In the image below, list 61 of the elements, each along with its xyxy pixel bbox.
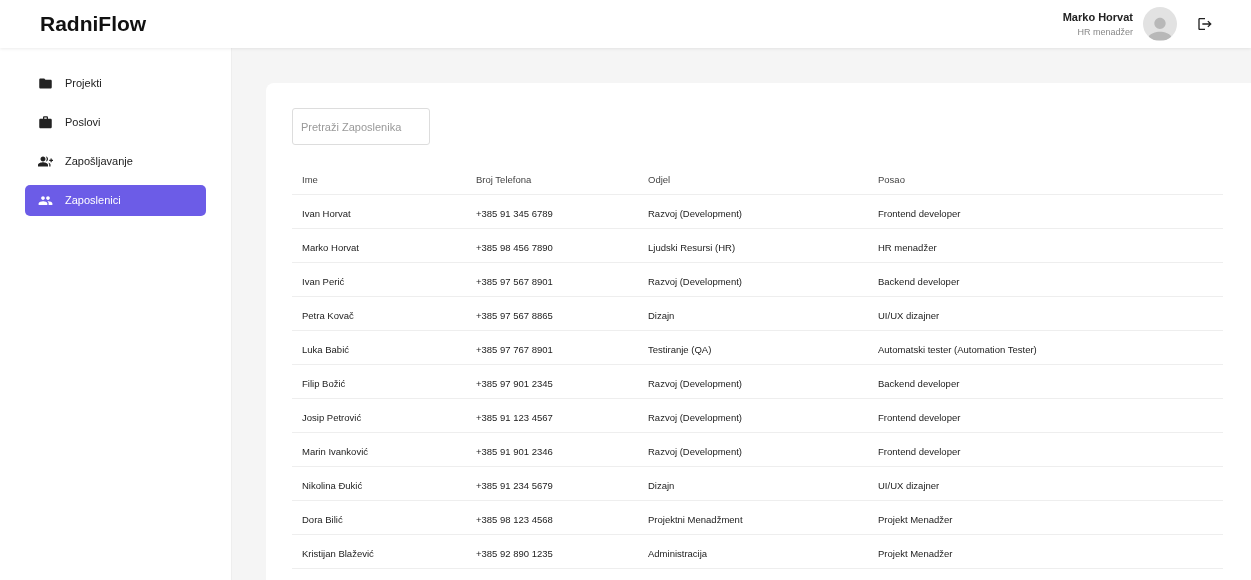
table-cell: Backend developer: [878, 275, 960, 287]
table-cell: Ivan Horvat: [302, 207, 351, 219]
table-cell: Razvoj (Development): [648, 411, 742, 423]
table-cell: Automatski tester (Automation Tester): [878, 343, 1037, 355]
table-cell: UI/UX dizajner: [878, 309, 940, 321]
table-cell: Dizajn: [648, 309, 675, 321]
table-cell: Filip Božić: [302, 377, 346, 389]
table-cell: Testiranje (QA): [648, 343, 712, 355]
table-cell: Nikolina Đukić: [302, 479, 363, 491]
table-cell: +385 97 567 8901: [476, 275, 553, 287]
table-cell: Frontend developer: [878, 411, 961, 423]
table-cell: Petra Kovač: [302, 309, 354, 321]
people-icon: [38, 193, 53, 208]
table-cell: Frontend developer: [878, 207, 961, 219]
table-cell: Razvoj (Development): [648, 445, 742, 457]
table-cell: +385 91 234 5679: [476, 479, 553, 491]
table-cell: +385 98 123 4568: [476, 513, 553, 525]
table-cell: Projekt Menadžer: [878, 513, 953, 525]
sidebar-item[interactable]: Zapošljavanje: [25, 146, 206, 177]
app-logo: RadniFlow: [40, 11, 147, 38]
table-cell: Ljudski Resursi (HR): [648, 241, 736, 253]
table-cell: Dizajn: [648, 479, 675, 491]
table-cell: UI/UX dizajner: [878, 479, 940, 491]
table-cell: Administracija: [648, 547, 708, 559]
table-cell: Razvoj (Development): [648, 377, 742, 389]
table-cell: Backend developer: [878, 377, 960, 389]
sidebar-item[interactable]: Projekti: [25, 68, 206, 99]
table-cell: Ivan Perić: [302, 275, 345, 287]
table-cell: +385 97 567 8865: [476, 309, 553, 321]
table-cell: +385 97 767 8901: [476, 343, 553, 355]
table-cell: Frontend developer: [878, 445, 961, 457]
table-cell: Razvoj (Development): [648, 207, 742, 219]
table-cell: +385 92 890 1235: [476, 547, 553, 559]
table-cell: +385 98 456 7890: [476, 241, 553, 253]
table-cell: Kristijan Blažević: [302, 547, 374, 559]
sidebar-item[interactable]: Poslovi: [25, 107, 206, 138]
briefcase-icon: [38, 115, 53, 130]
column-header: Ime: [302, 173, 318, 185]
table-cell: Marko Horvat: [302, 241, 359, 253]
search-field[interactable]: Pretraži Zaposlenika: [292, 108, 430, 145]
table-cell: +385 91 123 4567: [476, 411, 553, 423]
table-cell: +385 91 901 2346: [476, 445, 553, 457]
table-cell: Projektni Menadžment: [648, 513, 743, 525]
folder-icon: [38, 76, 53, 91]
table-cell: +385 97 901 2345: [476, 377, 553, 389]
table-cell: Dora Bilić: [302, 513, 343, 525]
user-name: Marko Horvat: [1062, 10, 1133, 25]
column-header: Broj Telefona: [476, 173, 532, 185]
table-cell: Marin Ivanković: [302, 445, 368, 457]
table-cell: Josip Petrović: [302, 411, 362, 423]
column-header: Odjel: [648, 173, 671, 185]
table-cell: +385 91 345 6789: [476, 207, 553, 219]
user-role: HR menadžer: [1077, 25, 1133, 39]
table-cell: Luka Babić: [302, 343, 349, 355]
table-cell: Projekt Menadžer: [878, 547, 953, 559]
table-cell: HR menadžer: [878, 241, 937, 253]
sidebar-item[interactable]: Zaposlenici: [25, 185, 206, 216]
logout-icon[interactable]: [1197, 16, 1213, 32]
table-cell: Razvoj (Development): [648, 275, 742, 287]
add-people-icon: [38, 154, 53, 169]
column-header: Posao: [878, 173, 905, 185]
